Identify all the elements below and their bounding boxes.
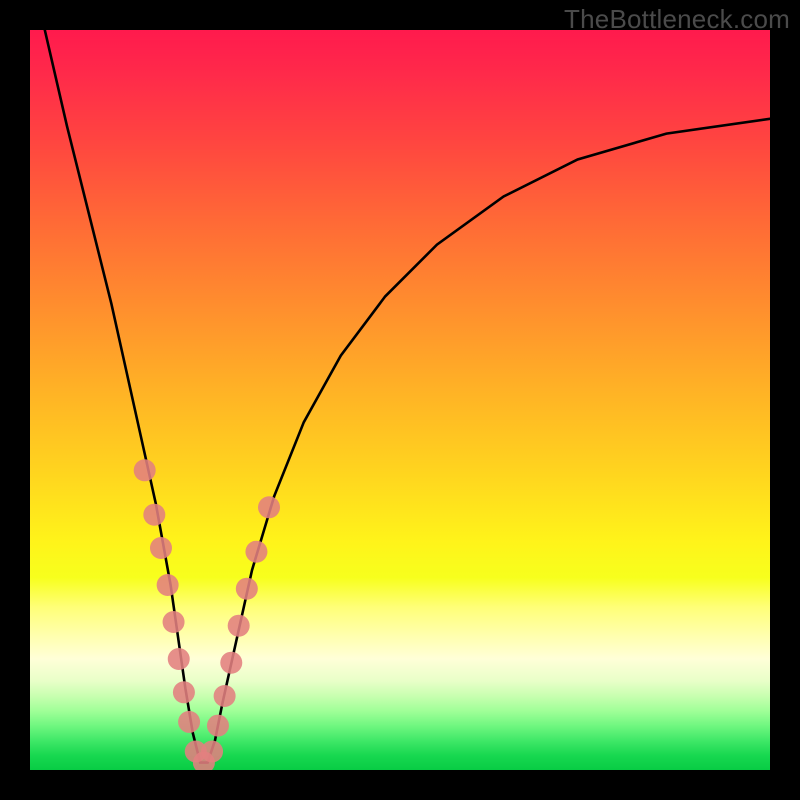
marker-dot — [173, 681, 195, 703]
marker-dot — [163, 611, 185, 633]
plot-area — [30, 30, 770, 770]
marker-dot — [201, 741, 223, 763]
marker-dot — [207, 715, 229, 737]
marker-dot — [178, 711, 200, 733]
marker-dot — [258, 496, 280, 518]
marker-dot — [220, 652, 242, 674]
bottleneck-curve — [45, 30, 770, 763]
marker-dot — [143, 504, 165, 526]
watermark-text: TheBottleneck.com — [564, 4, 790, 35]
marker-dot — [245, 541, 267, 563]
marker-dot — [228, 615, 250, 637]
marker-dot — [236, 578, 258, 600]
marker-group — [134, 459, 280, 770]
curve-layer — [30, 30, 770, 770]
curve-path — [45, 30, 770, 763]
marker-dot — [214, 685, 236, 707]
outer-frame: TheBottleneck.com — [0, 0, 800, 800]
marker-dot — [157, 574, 179, 596]
marker-dot — [168, 648, 190, 670]
marker-dot — [134, 459, 156, 481]
marker-dot — [150, 537, 172, 559]
